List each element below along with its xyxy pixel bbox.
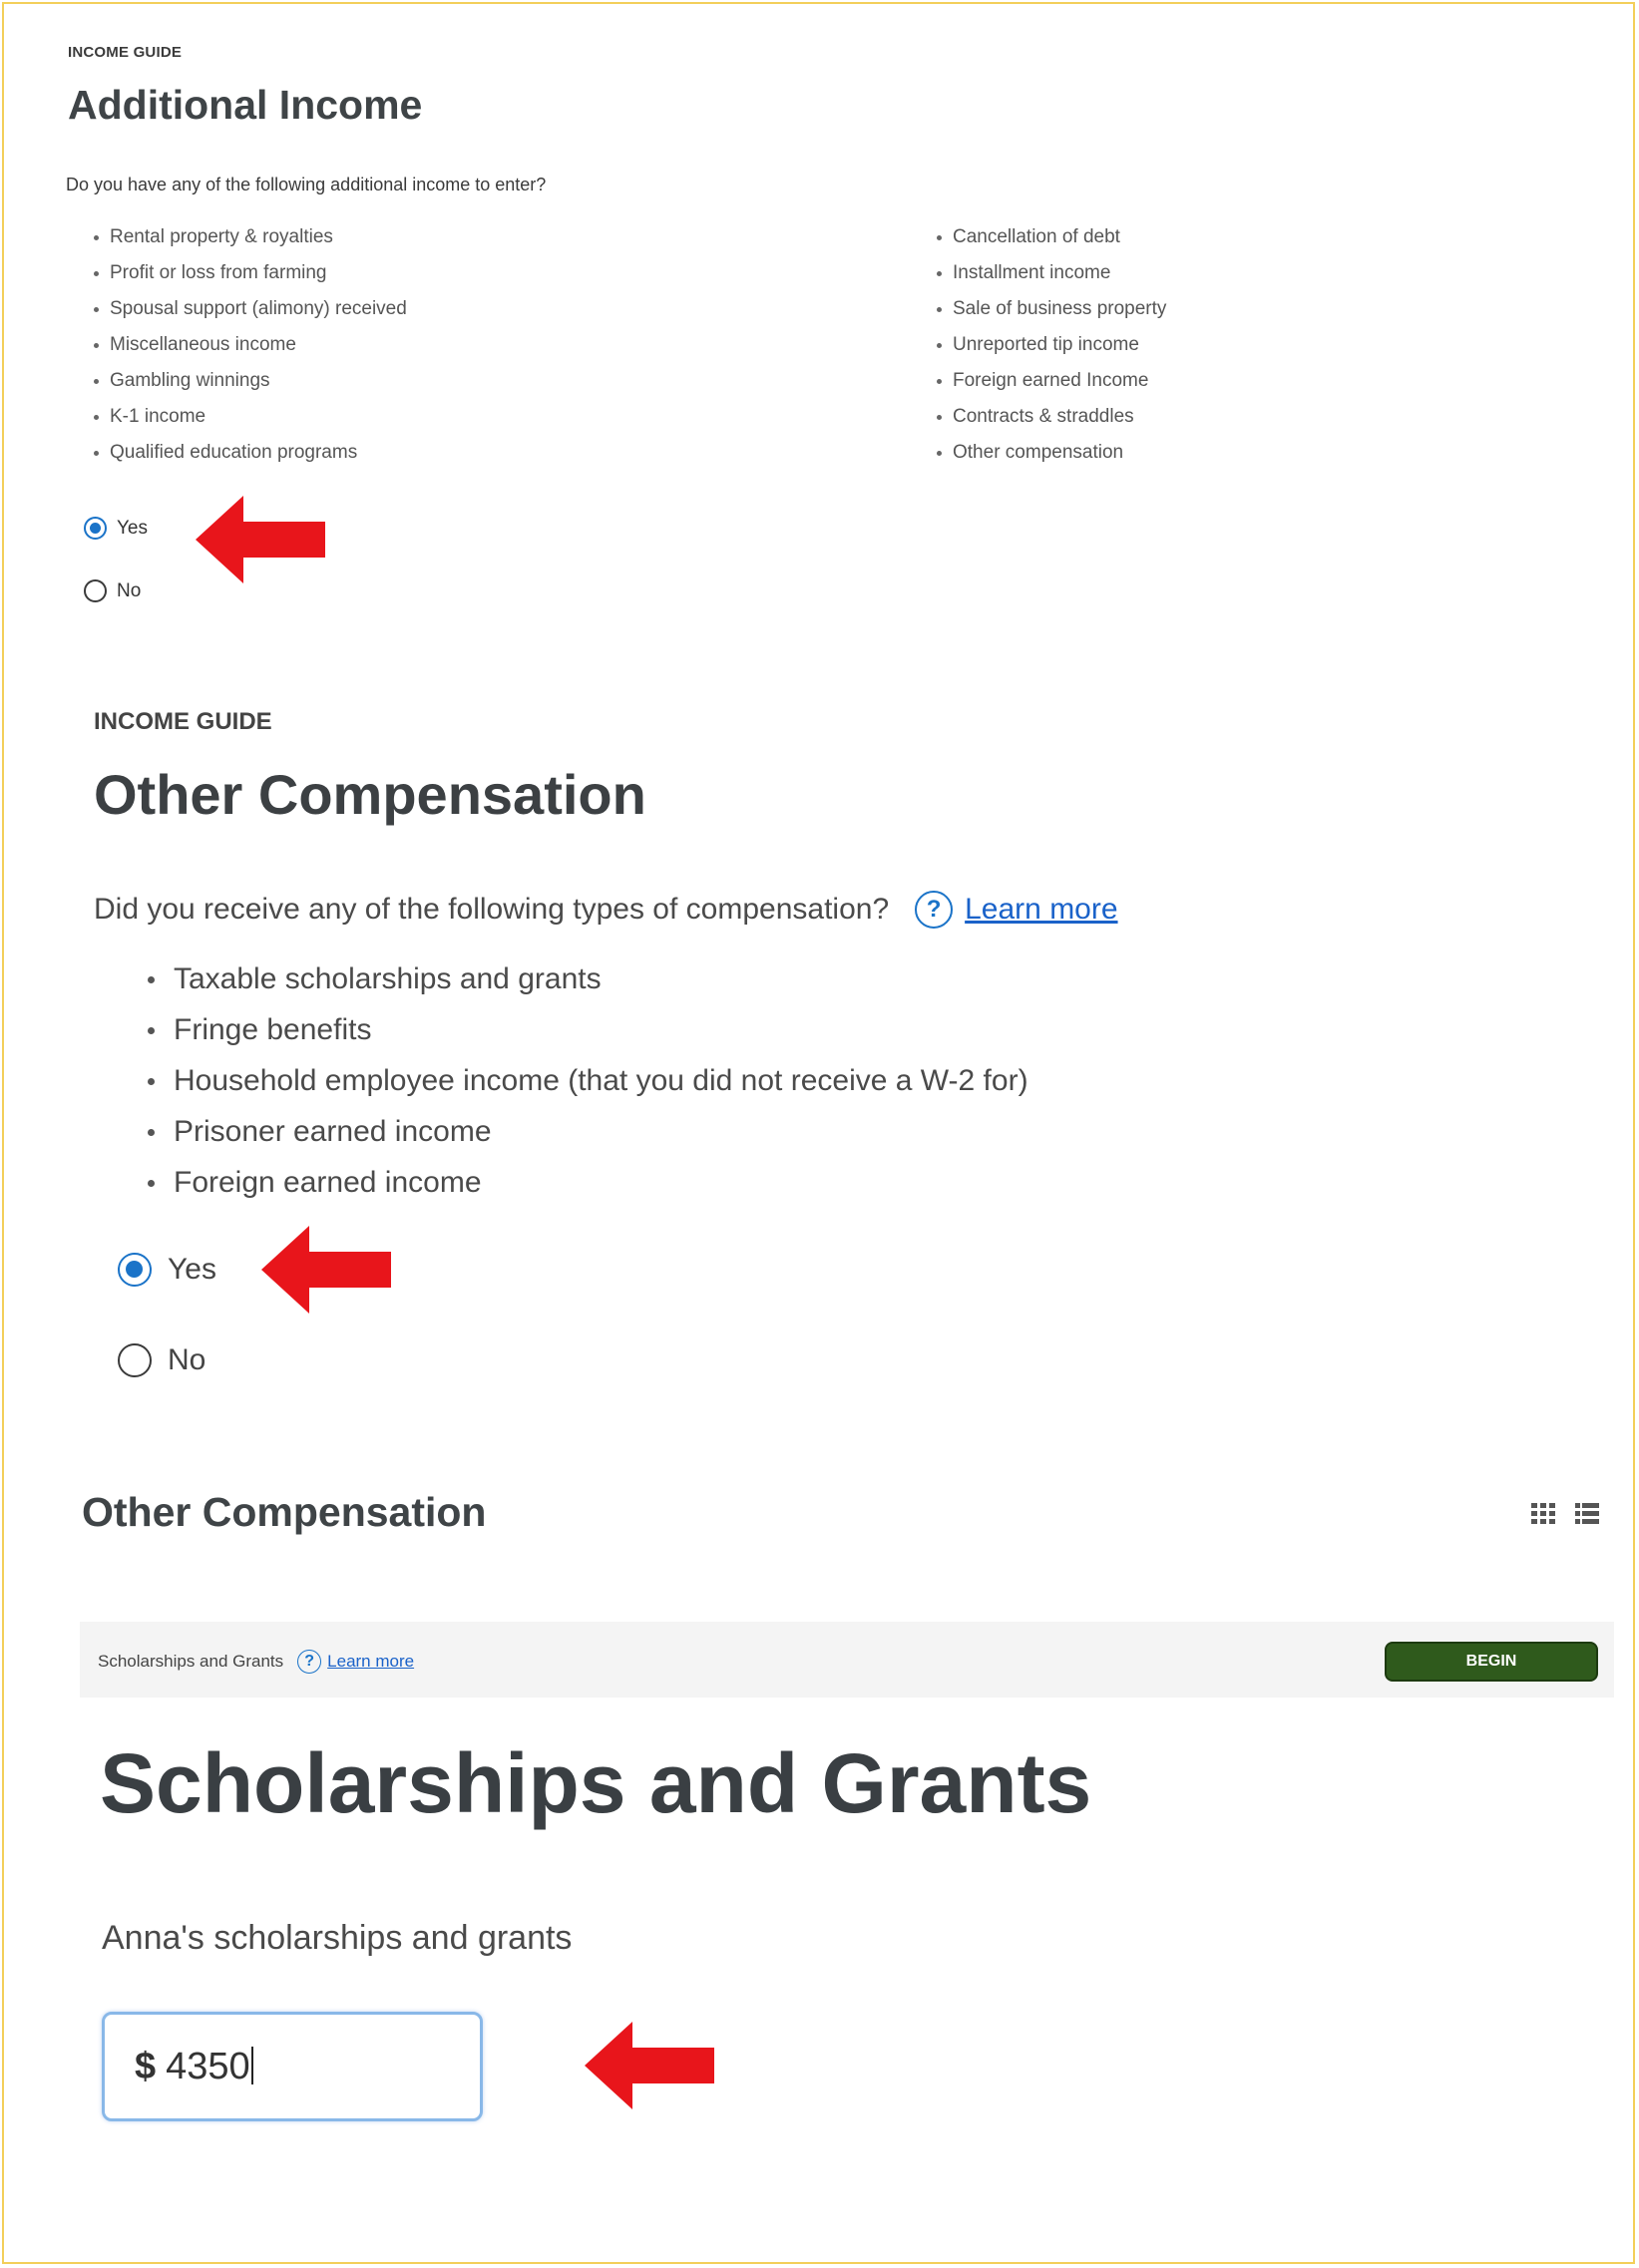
list-item: Sale of business property: [929, 291, 1166, 327]
list-item: Other compensation: [929, 435, 1166, 471]
scholarships-bar-label-row: Scholarships and Grants ? Learn more: [98, 1650, 414, 1674]
currency-symbol: $: [135, 2046, 157, 2087]
section2-compensation-list: Taxable scholarships and grants Fringe b…: [136, 953, 1028, 1208]
section1-question: Do you have any of the following additio…: [66, 175, 547, 194]
radio-unchecked-icon[interactable]: [118, 1343, 152, 1377]
list-item: Profit or loss from farming: [86, 255, 407, 291]
list-item: Unreported tip income: [929, 327, 1166, 363]
begin-button[interactable]: BEGIN: [1385, 1642, 1598, 1682]
section2-question-row: Did you receive any of the following typ…: [94, 891, 1118, 929]
list-item: Household employee income (that you did …: [136, 1055, 1028, 1106]
list-item: Qualified education programs: [86, 435, 407, 471]
scholarships-bar-label: Scholarships and Grants: [98, 1652, 284, 1671]
list-item: Gambling winnings: [86, 363, 407, 399]
list-view-icon[interactable]: [1574, 1501, 1600, 1525]
scholarships-amount-input[interactable]: $4350: [102, 2012, 483, 2121]
learn-more-link[interactable]: Learn more: [327, 1652, 414, 1672]
list-item: Foreign earned income: [136, 1157, 1028, 1208]
section2-no-label: No: [168, 1343, 206, 1376]
list-item: Fringe benefits: [136, 1004, 1028, 1055]
section2-yes-label: Yes: [168, 1253, 216, 1286]
red-arrow-icon: [261, 1226, 391, 1314]
learn-more-link[interactable]: Learn more: [965, 893, 1117, 927]
section1-no-label: No: [117, 579, 142, 601]
section1-no-option[interactable]: No: [84, 579, 141, 602]
section1-title: Additional Income: [68, 82, 423, 128]
list-item: Miscellaneous income: [86, 327, 407, 363]
section1-yes-label: Yes: [117, 517, 148, 539]
section1-income-list-right: Cancellation of debt Installment income …: [929, 219, 1166, 471]
scholarships-heading: Scholarships and Grants: [100, 1736, 1092, 1830]
list-item: Prisoner earned income: [136, 1106, 1028, 1157]
section1-eyebrow: INCOME GUIDE: [68, 44, 183, 61]
list-item: Foreign earned Income: [929, 363, 1166, 399]
text-caret: [250, 2047, 253, 2084]
red-arrow-icon: [585, 2022, 714, 2109]
section2-eyebrow: INCOME GUIDE: [94, 708, 272, 735]
section2-no-option[interactable]: No: [118, 1343, 205, 1377]
list-item: Taxable scholarships and grants: [136, 953, 1028, 1004]
radio-checked-icon[interactable]: [84, 517, 107, 540]
radio-checked-icon[interactable]: [118, 1253, 152, 1287]
list-item: K-1 income: [86, 399, 407, 435]
grid-view-icon[interactable]: [1530, 1501, 1556, 1525]
list-item: Cancellation of debt: [929, 219, 1166, 255]
list-item: Spousal support (alimony) received: [86, 291, 407, 327]
radio-unchecked-icon[interactable]: [84, 579, 107, 602]
section2-yes-option[interactable]: Yes: [118, 1253, 216, 1287]
amount-value-row: $4350: [135, 2046, 253, 2088]
scholarships-field-label: Anna's scholarships and grants: [102, 1919, 573, 1957]
list-item: Contracts & straddles: [929, 399, 1166, 435]
list-item: Installment income: [929, 255, 1166, 291]
section3-title: Other Compensation: [82, 1489, 487, 1535]
amount-value: 4350: [166, 2046, 250, 2087]
section2-title: Other Compensation: [94, 763, 646, 826]
help-circle-icon[interactable]: ?: [915, 891, 954, 929]
section1-yes-option[interactable]: Yes: [84, 517, 148, 540]
red-arrow-icon: [196, 496, 325, 583]
section2-question: Did you receive any of the following typ…: [94, 893, 890, 926]
section1-income-list-left: Rental property & royalties Profit or lo…: [86, 219, 407, 471]
list-item: Rental property & royalties: [86, 219, 407, 255]
help-circle-icon[interactable]: ?: [297, 1650, 322, 1674]
